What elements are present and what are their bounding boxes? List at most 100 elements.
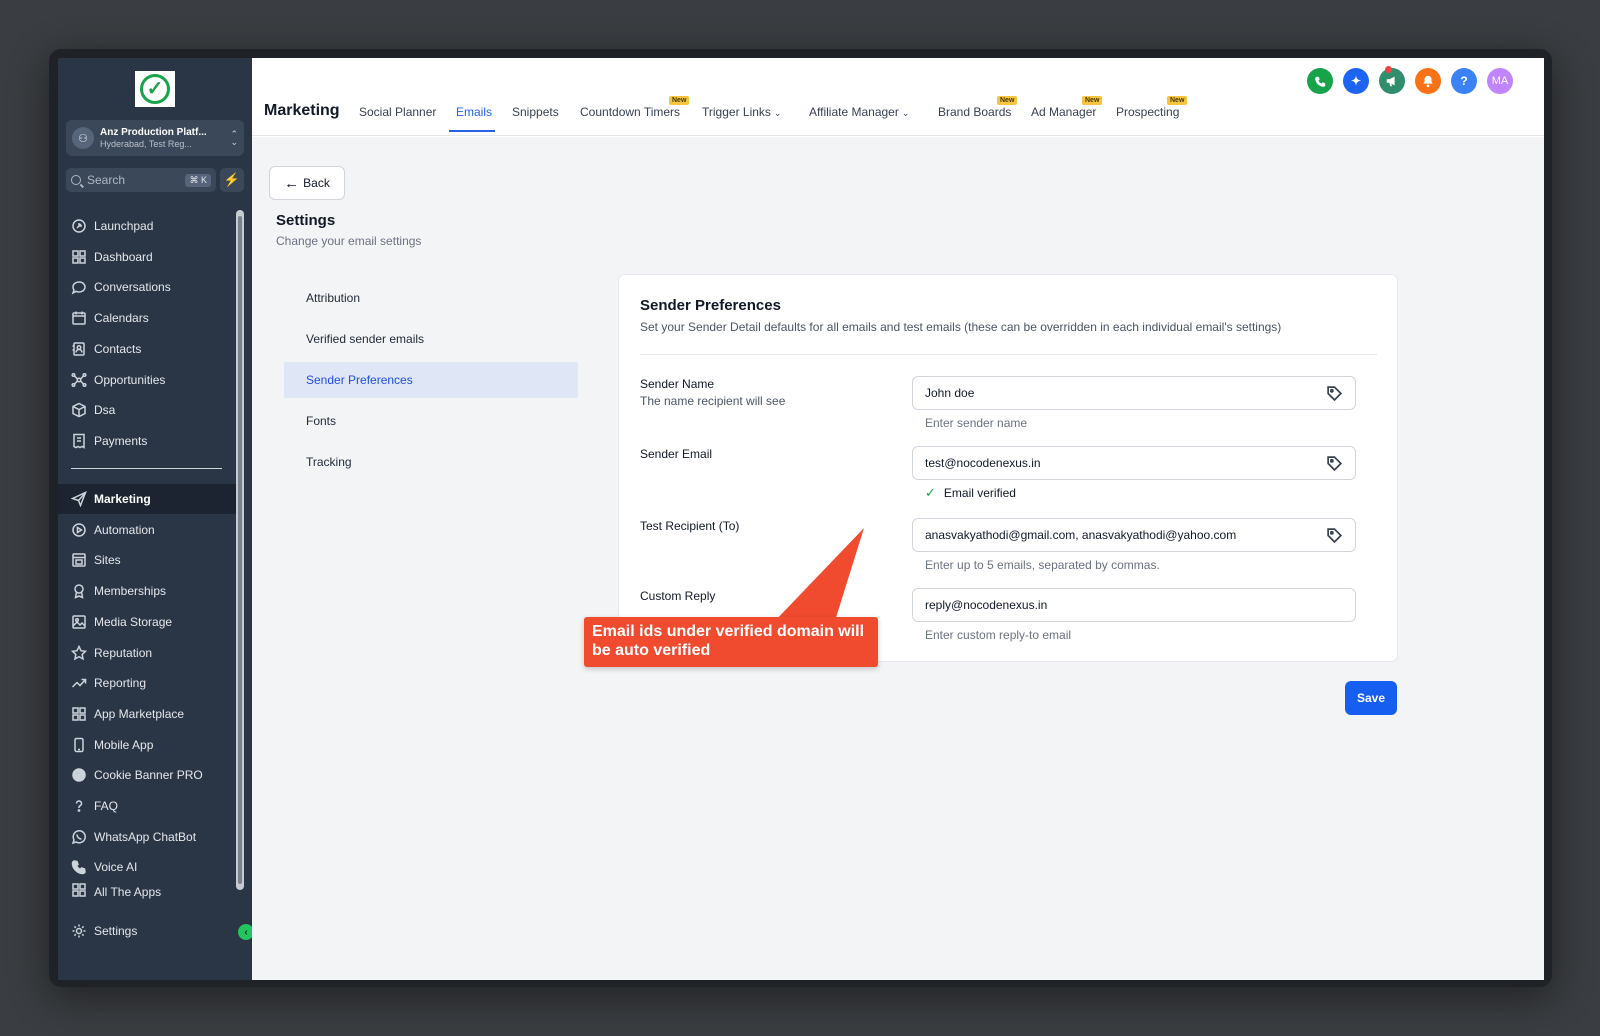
custom-reply-help: Enter custom reply-to email xyxy=(925,628,1072,642)
sender-name-sublabel: The name recipient will see xyxy=(640,394,786,408)
tab-brand-boards[interactable]: Brand Boards xyxy=(938,105,1011,119)
tab-label: Affiliate Manager xyxy=(809,105,899,119)
star-icon xyxy=(70,644,88,662)
sidebar-search[interactable]: Search ⌘ K xyxy=(66,168,216,192)
sidebar-item-marketing[interactable]: Marketing xyxy=(58,484,236,514)
whatsapp-icon xyxy=(70,828,88,846)
tag-icon[interactable] xyxy=(1326,455,1343,472)
sidebar-item-memberships[interactable]: Memberships xyxy=(58,576,236,606)
sidebar-item-label: Automation xyxy=(94,522,155,537)
active-tab-indicator xyxy=(449,130,495,132)
automation-icon xyxy=(70,521,88,539)
sidebar-item-label: Contacts xyxy=(94,341,142,356)
avatar[interactable]: MA xyxy=(1487,68,1513,94)
settings-nav-fonts[interactable]: Fonts xyxy=(284,403,578,439)
settings-nav-verified-sender-emails[interactable]: Verified sender emails xyxy=(284,321,578,357)
chevron-down-icon: ⌄ xyxy=(773,108,782,118)
sender-name-label: Sender Name xyxy=(640,377,715,391)
sidebar-item-dsa[interactable]: Dsa xyxy=(58,395,236,425)
sender-name-help: Enter sender name xyxy=(925,416,1028,430)
sidebar-item-label: Sites xyxy=(94,553,121,568)
section-title: Marketing xyxy=(264,102,340,119)
test-recipient-input[interactable]: anasvakyathodi@gmail.com, anasvakyathodi… xyxy=(912,518,1356,552)
sidebar-item-launchpad[interactable]: Launchpad xyxy=(58,211,236,241)
arrow-left-icon: ← xyxy=(284,174,300,192)
sidebar-item-label: Settings xyxy=(94,924,138,938)
card-title: Sender Preferences xyxy=(640,297,781,314)
megaphone-icon[interactable] xyxy=(1379,68,1405,94)
phone-icon[interactable] xyxy=(1307,68,1333,94)
sparkle-icon[interactable]: ✦ xyxy=(1343,68,1369,94)
custom-reply-input[interactable]: reply@nocodenexus.in xyxy=(912,588,1356,622)
page-subtitle: Change your email settings xyxy=(276,234,422,248)
sidebar-item-label: Media Storage xyxy=(94,614,173,629)
sidebar-item-automation[interactable]: Automation xyxy=(58,515,236,545)
quick-action-bolt-icon[interactable]: ⚡ xyxy=(220,168,244,192)
sidebar-item-sites[interactable]: Sites xyxy=(58,545,236,575)
sidebar-item-label: Payments xyxy=(94,433,148,448)
image-icon xyxy=(70,613,88,631)
sidebar-item-media-storage[interactable]: Media Storage xyxy=(58,607,236,637)
sidebar-item-settings[interactable]: Settings xyxy=(58,916,236,946)
sidebar-item-label: Dsa xyxy=(94,403,116,418)
new-badge: New xyxy=(1167,96,1188,105)
box-icon xyxy=(70,401,88,419)
account-location: Hyderabad, Test Reg... xyxy=(100,139,192,149)
page-title: Settings xyxy=(276,212,336,229)
phone-icon xyxy=(70,858,88,876)
email-verified-status: ✓ Email verified xyxy=(925,485,1016,501)
back-button[interactable]: ← Back xyxy=(269,166,345,200)
app-window: ✓ ⚇ Anz Production Platf... Hyderabad, T… xyxy=(58,58,1544,980)
sidebar-item-reputation[interactable]: Reputation xyxy=(58,638,236,668)
sender-preferences-card: Sender Preferences Set your Sender Detai… xyxy=(618,274,1398,662)
rocket-icon xyxy=(70,217,88,235)
sidebar-item-conversations[interactable]: Conversations xyxy=(58,272,236,302)
tab-prospecting[interactable]: Prospecting xyxy=(1116,105,1179,119)
sidebar-item-voice-ai[interactable]: Voice AI xyxy=(58,852,236,882)
sidebar-item-payments[interactable]: Payments xyxy=(58,426,236,456)
sidebar-item-mobile-app[interactable]: Mobile App xyxy=(58,730,236,760)
sidebar-item-opportunities[interactable]: Opportunities xyxy=(58,365,236,395)
main-content: ← Back Settings Change your email settin… xyxy=(252,137,1544,980)
sidebar-item-label: Opportunities xyxy=(94,372,166,387)
save-button[interactable]: Save xyxy=(1345,681,1397,715)
cookie-icon xyxy=(70,766,88,784)
sidebar-item-label: Memberships xyxy=(94,584,167,599)
sidebar-scrollbar-thumb[interactable] xyxy=(238,216,242,884)
receipt-icon xyxy=(70,432,88,450)
sidebar-item-contacts[interactable]: Contacts xyxy=(58,334,236,364)
sidebar-item-label: Marketing xyxy=(94,492,151,506)
bell-icon[interactable] xyxy=(1415,68,1441,94)
settings-nav-tracking[interactable]: Tracking xyxy=(284,444,578,480)
tab-ad-manager[interactable]: Ad Manager xyxy=(1031,105,1096,119)
tab-social-planner[interactable]: Social Planner xyxy=(359,105,436,119)
sidebar-item-label: Conversations xyxy=(94,280,171,295)
settings-nav-sender-preferences[interactable]: Sender Preferences xyxy=(284,362,578,398)
company-logo[interactable]: ✓ xyxy=(135,71,175,107)
tab-snippets[interactable]: Snippets xyxy=(512,105,559,119)
check-icon: ✓ xyxy=(925,485,936,500)
sidebar-item-dashboard[interactable]: Dashboard xyxy=(58,242,236,272)
tab-trigger-links[interactable]: Trigger Links ⌄ xyxy=(702,105,781,119)
sidebar-item-label: Cookie Banner PRO xyxy=(94,768,203,783)
tab-affiliate-manager[interactable]: Affiliate Manager ⌄ xyxy=(809,105,909,119)
sender-email-input[interactable]: test@nocodenexus.in xyxy=(912,446,1356,480)
membership-icon xyxy=(70,582,88,600)
sidebar-item-app-marketplace[interactable]: App Marketplace xyxy=(58,699,236,729)
tag-icon[interactable] xyxy=(1326,385,1343,402)
tab-emails[interactable]: Emails xyxy=(456,105,492,119)
tab-countdown-timers[interactable]: Countdown Timers xyxy=(580,105,680,119)
sidebar-item-cookie-banner-pro[interactable]: Cookie Banner PRO xyxy=(58,760,236,790)
help-icon[interactable]: ? xyxy=(1451,68,1477,94)
sidebar-item-faq[interactable]: FAQ xyxy=(58,791,236,821)
sender-name-input[interactable]: John doe xyxy=(912,376,1356,410)
sidebar-item-calendars[interactable]: Calendars xyxy=(58,303,236,333)
sidebar-item-all-the-apps[interactable]: All The Apps xyxy=(58,883,236,899)
settings-nav-attribution[interactable]: Attribution xyxy=(284,280,578,316)
tag-icon[interactable] xyxy=(1326,527,1343,544)
test-recipient-help: Enter up to 5 emails, separated by comma… xyxy=(925,558,1160,572)
chevron-updown-icon: ⌃ ⌄ xyxy=(230,129,238,147)
sidebar-item-whatsapp-chatbot[interactable]: WhatsApp ChatBot xyxy=(58,822,236,852)
account-switcher[interactable]: ⚇ Anz Production Platf... Hyderabad, Tes… xyxy=(66,120,244,156)
sidebar-item-reporting[interactable]: Reporting xyxy=(58,668,236,698)
